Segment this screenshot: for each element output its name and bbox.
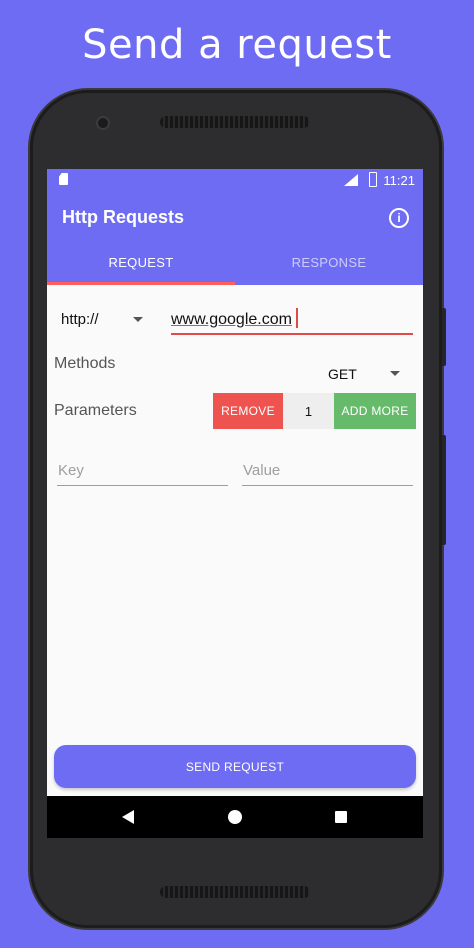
url-input[interactable]: www.google.com: [171, 303, 413, 335]
navigation-bar: [47, 796, 423, 838]
method-dropdown[interactable]: GET: [328, 366, 400, 382]
status-time: 11:21: [383, 173, 415, 188]
param-value-input[interactable]: Value: [242, 457, 413, 486]
methods-label: Methods: [54, 355, 116, 372]
phone-screen: 11:21 Http Requests i REQUEST RESPONSE h…: [47, 169, 423, 838]
promo-title: Send a request: [82, 22, 392, 68]
request-form: http:// www.google.com Methods GET Param…: [47, 285, 423, 796]
tab-bar: REQUEST RESPONSE: [47, 241, 423, 285]
text-cursor: [296, 308, 298, 328]
volume-button: [442, 435, 446, 545]
phone-frame: 11:21 Http Requests i REQUEST RESPONSE h…: [30, 90, 446, 928]
info-icon[interactable]: i: [389, 208, 409, 228]
recent-apps-icon[interactable]: [335, 811, 347, 823]
app-bar: Http Requests i: [47, 191, 423, 241]
send-request-button[interactable]: SEND REQUEST: [54, 745, 416, 788]
home-icon[interactable]: [228, 810, 242, 824]
top-speaker-grille: [160, 116, 310, 128]
bottom-speaker-grille: [160, 886, 310, 898]
method-value: GET: [328, 366, 357, 382]
key-placeholder: Key: [58, 462, 84, 479]
param-key-input[interactable]: Key: [57, 457, 228, 486]
tab-response[interactable]: RESPONSE: [235, 241, 423, 285]
front-camera: [98, 118, 108, 128]
signal-icon: [344, 174, 358, 186]
url-row: http:// www.google.com: [47, 303, 423, 341]
scheme-value: http://: [61, 311, 99, 328]
url-value: www.google.com: [171, 311, 292, 328]
sd-card-icon: [59, 173, 68, 185]
scheme-dropdown[interactable]: http://: [61, 311, 151, 328]
battery-icon: [369, 172, 377, 187]
parameter-count: 1: [283, 393, 334, 429]
app-title: Http Requests: [62, 207, 185, 227]
chevron-down-icon: [390, 371, 400, 376]
chevron-down-icon: [133, 317, 143, 322]
parameters-label: Parameters: [54, 402, 137, 419]
power-button: [442, 308, 446, 366]
status-bar: 11:21: [47, 169, 423, 191]
add-parameter-button[interactable]: ADD MORE: [334, 393, 416, 429]
value-placeholder: Value: [243, 462, 281, 479]
back-icon[interactable]: [122, 810, 134, 824]
tab-request[interactable]: REQUEST: [47, 241, 235, 285]
remove-parameter-button[interactable]: REMOVE: [213, 393, 283, 429]
